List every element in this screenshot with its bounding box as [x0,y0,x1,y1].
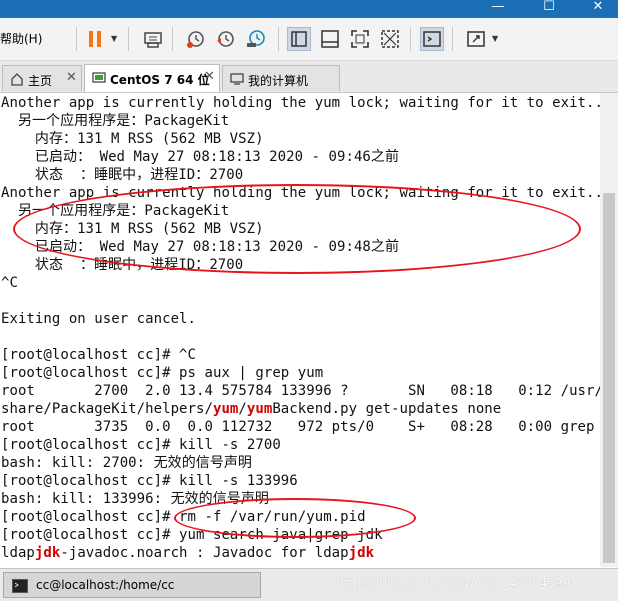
toolbar-divider [410,27,411,51]
terminal-line: 状态 ：睡眠中，进程ID：2700 [1,167,244,183]
vm-icon [92,71,106,88]
taskbar-item-label: cc@localhost:/home/cc [36,578,175,592]
chevron-down-icon[interactable]: ▼ [492,34,498,43]
manage-snapshots-icon[interactable] [244,27,268,51]
sidebar-view-icon[interactable] [287,27,311,51]
scrollbar-thumb[interactable] [603,193,615,563]
grep-match: yum [212,401,239,417]
terminal-line: root 3735 0.0 0.0 112732 972 pts/0 S+ 08… [1,419,595,435]
tab-centos[interactable]: CentOS 7 64 位 ✕ [84,64,220,92]
terminal-line: ^C [1,275,18,291]
tab-home[interactable]: 主页 ✕ [2,65,82,91]
terminal-icon [12,578,28,597]
toolbar-divider [172,27,173,51]
terminal-line: [root@localhost cc]# kill -s 133996 [1,473,298,489]
toolbar-divider [128,27,129,51]
close-button[interactable]: ✕ [578,0,618,18]
chevron-down-icon[interactable]: ▼ [111,34,117,43]
thumbnail-view-icon[interactable] [318,27,342,51]
terminal-line: [root@localhost cc]# ^C [1,347,197,363]
snapshot-icon[interactable] [184,27,208,51]
grep-match: jdk [34,545,61,561]
toolbar: 帮助(H) ▼ ▼ [0,18,618,61]
terminal-line: share/PackageKit/helpers/yum/yumBackend.… [1,401,502,417]
tab-my-computer[interactable]: 我的计算机 [222,65,340,91]
terminal-line: 内存：131 M RSS (562 MB VSZ) [1,131,264,147]
revert-snapshot-icon[interactable] [214,27,238,51]
window-titlebar: — ☐ ✕ [0,0,618,18]
unity-icon[interactable] [378,27,402,51]
computer-icon [230,72,244,89]
taskbar-terminal-item[interactable]: cc@localhost:/home/cc [3,572,261,598]
scrollbar[interactable] [600,93,618,567]
terminal-line: [root@localhost cc]# ps aux | grep yum [1,365,324,381]
close-icon[interactable]: ✕ [204,69,215,84]
toolbar-divider [278,27,279,51]
taskbar: cc@localhost:/home/cc https://blog.csdn.… [0,568,618,601]
terminal-line: 已启动： Wed May 27 08:18:13 2020 - 09:46之前 [1,149,400,165]
tab-label: 我的计算机 [248,74,309,88]
toolbar-divider [76,27,77,51]
tab-bar: 主页 ✕ CentOS 7 64 位 ✕ 我的计算机 [0,61,618,93]
minimize-button[interactable]: — [478,0,518,18]
terminal-line: [root@localhost cc]# kill -s 2700 [1,437,281,453]
terminal-line: Exiting on user cancel. [1,311,197,327]
terminal-line: root 2700 2.0 13.4 575784 133996 ? SN 08… [1,383,600,399]
maximize-button[interactable]: ☐ [529,0,569,18]
terminal-output[interactable]: Another app is currently holding the yum… [0,93,600,567]
close-icon[interactable]: ✕ [66,70,77,85]
grep-match: jdk [348,545,375,561]
toolbar-divider [452,27,453,51]
console-view-icon[interactable] [420,27,444,51]
send-keys-icon[interactable] [141,27,165,51]
fullscreen-icon[interactable] [348,27,372,51]
tab-label: CentOS 7 64 位 [110,73,210,87]
home-icon [10,72,24,89]
terminal-line: Another app is currently holding the yum… [1,95,600,111]
terminal-line: bash: kill: 2700: 无效的信号声明 [1,455,252,471]
annotation-ellipse [174,498,416,538]
grep-match: yum [246,401,273,417]
help-menu[interactable]: 帮助(H) [0,30,42,47]
tab-label: 主页 [28,74,53,88]
terminal-line: ldapjdk-javadoc.noarch : Javadoc for lda… [1,545,375,561]
pause-icon[interactable] [84,27,108,51]
annotation-ellipse [13,184,581,274]
terminal-line: 另一个应用程序是：PackageKit [1,113,230,129]
stretch-icon[interactable] [464,27,488,51]
watermark: https://blog.csdn.net/weixin_43864599 [336,576,571,590]
